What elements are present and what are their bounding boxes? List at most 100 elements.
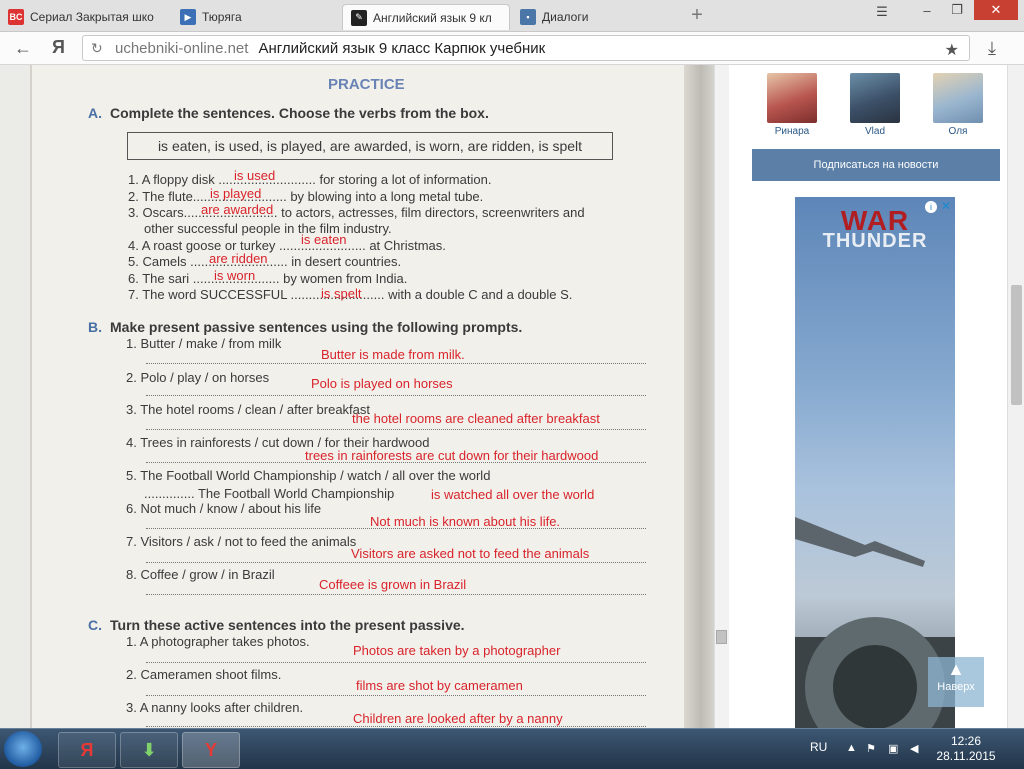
handwritten-answer: is watched all over the world — [431, 487, 595, 502]
answer-line — [146, 726, 646, 727]
friend-card[interactable]: Ринара — [762, 73, 822, 137]
handwritten-answer: Butter is made from milk. — [321, 347, 465, 362]
yandex-icon[interactable]: Я — [58, 732, 116, 768]
tab-dialogi[interactable]: ▪ Диалоги — [512, 4, 682, 30]
close-window-button[interactable]: ✕ — [974, 0, 1018, 20]
tab-turyaga[interactable]: ▶ Тюряга — [172, 4, 340, 30]
handwritten-answer: Not much is known about his life. — [370, 514, 561, 529]
section-title-text: Make present passive sentences using the… — [110, 319, 523, 335]
exercise-line: 1. A floppy disk .......................… — [128, 172, 492, 187]
prompt-line: 8. Coffee / grow / in Brazil — [126, 567, 275, 582]
chat-icon: ▪ — [520, 9, 536, 25]
image-scroll-thumb[interactable] — [716, 630, 727, 644]
prompt-line: 5. The Football World Championship / wat… — [126, 468, 491, 483]
yandex-logo[interactable]: Я — [52, 37, 65, 58]
video-icon: ▶ — [180, 9, 196, 25]
handwritten-answer: is spelt — [321, 286, 362, 301]
section-b-title: B. Make present passive sentences using t… — [88, 319, 522, 335]
minimize-button[interactable]: ‒ — [914, 0, 940, 20]
book-icon: ✎ — [351, 9, 367, 26]
language-indicator[interactable]: RU — [810, 740, 827, 754]
handwritten-answer: is used — [234, 168, 276, 183]
avatar[interactable] — [933, 73, 983, 123]
prompt-line: 6. Not much / know / about his life — [126, 501, 322, 516]
friend-card[interactable]: Оля — [928, 73, 988, 137]
page-scroll-thumb[interactable] — [1011, 285, 1022, 405]
windows-taskbar: Я ⬇ Y RU ▲ ⚑ ▣ ◀ 12:26 28.11.2015 — [0, 728, 1024, 769]
friend-name[interactable]: Оля — [928, 126, 988, 137]
prompt-line: 2. Polo / play / on horses — [126, 370, 270, 385]
friend-name[interactable]: Vlad — [845, 126, 905, 137]
maximize-button[interactable]: ❐ — [944, 0, 970, 20]
tab-english-book[interactable]: ✎ Английский язык 9 кл — [342, 4, 510, 30]
handwritten-answer: Visitors are asked not to feed the anima… — [351, 546, 590, 561]
avatar[interactable] — [767, 73, 817, 123]
avatar[interactable] — [850, 73, 900, 123]
scroll-to-top-button[interactable]: ▲ Наверх — [928, 657, 984, 707]
exercise-line: other successful people in the film indu… — [144, 221, 392, 236]
prompt-line: .............. The Football World Champi… — [144, 486, 395, 501]
to-top-label: Наверх — [937, 681, 975, 693]
show-hidden-icons[interactable]: ▲ — [846, 742, 857, 754]
handwritten-answer: is eaten — [301, 232, 347, 247]
system-clock[interactable]: 12:26 28.11.2015 — [930, 734, 1002, 764]
prompt-line: 2. Cameramen shoot films. — [126, 667, 282, 682]
section-letter: B. — [88, 319, 102, 335]
prompt-line: 3. A nanny looks after children. — [126, 700, 304, 715]
handwritten-answer: the hotel rooms are cleaned after breakf… — [352, 411, 600, 426]
handwritten-answer: films are shot by cameramen — [356, 678, 523, 693]
reload-icon[interactable]: ↻ — [91, 40, 107, 56]
volume-icon[interactable]: ◀ — [910, 742, 918, 755]
subscribe-button[interactable]: Подписаться на новости — [752, 149, 1000, 181]
handwritten-answer: is played — [210, 186, 262, 201]
advertisement-banner[interactable]: WAR THUNDER i ✕ — [795, 197, 955, 729]
image-scrollbar[interactable] — [714, 65, 729, 729]
browser-toolbar: ← Я ↻ uchebniki-online.net Английский яз… — [0, 32, 1024, 65]
new-tab-button[interactable]: + — [688, 5, 706, 25]
tab-label: Английский язык 9 кл — [373, 10, 492, 25]
friend-card[interactable]: Vlad — [845, 73, 905, 137]
tab-label: Сериал Закрытая шко — [30, 10, 154, 24]
exercise-line: 3. Oscars.......................... to a… — [128, 205, 585, 220]
answer-line — [146, 662, 646, 663]
download-icon[interactable]: ⤓ — [988, 38, 996, 59]
download-manager-icon[interactable]: ⬇ — [120, 732, 178, 768]
prompt-line: 3. The hotel rooms / clean / after break… — [126, 402, 370, 417]
page-content: PRACTICE A. Complete the sentences. Choos… — [0, 65, 1024, 729]
network-icon[interactable]: ▣ — [888, 742, 898, 755]
arrow-up-icon: ▲ — [947, 659, 965, 679]
friend-name[interactable]: Ринара — [762, 126, 822, 137]
tab-bar: BC Сериал Закрытая шко ▶ Тюряга ✎ Англий… — [0, 0, 1024, 32]
exercise-line: 4. A roast goose or turkey .............… — [128, 238, 446, 253]
section-title-text: Turn these active sentences into the pre… — [110, 617, 465, 633]
menu-icon[interactable]: ☰ — [870, 2, 894, 22]
handwritten-answer: are ridden — [209, 251, 268, 266]
handwritten-answer: Polo is played on horses — [311, 376, 453, 391]
tab-serial[interactable]: BC Сериал Закрытая шко — [0, 4, 170, 30]
star-icon[interactable]: ★ — [945, 40, 959, 60]
start-button[interactable] — [4, 731, 42, 767]
flag-icon[interactable]: ⚑ — [866, 742, 876, 755]
back-arrow-icon[interactable]: ← — [14, 38, 36, 58]
answer-line — [146, 429, 646, 430]
handwritten-answer: are awarded — [201, 202, 274, 217]
clock-date: 28.11.2015 — [936, 749, 996, 763]
answer-line — [146, 562, 646, 563]
answer-line — [146, 395, 646, 396]
tab-label: Диалоги — [542, 10, 589, 24]
textbook-image: PRACTICE A. Complete the sentences. Choos… — [0, 65, 729, 729]
handwritten-answer: Children are looked after by a nanny — [353, 711, 563, 726]
answer-line — [146, 363, 646, 364]
page-scrollbar[interactable] — [1007, 65, 1024, 729]
section-letter: A. — [88, 105, 102, 121]
tab-label: Тюряга — [202, 10, 242, 24]
yandex-browser-icon[interactable]: Y — [182, 732, 240, 768]
handwritten-answer: trees in rainforests are cut down for th… — [305, 448, 599, 463]
section-c-title: C. Turn these active sentences into the p… — [88, 617, 465, 633]
verb-box: is eaten, is used, is played, are awarde… — [127, 132, 613, 160]
right-sidebar: Ринара Vlad Оля Подписаться на новости W… — [752, 65, 1000, 729]
handwritten-answer: is worn — [214, 268, 256, 283]
address-bar[interactable]: ↻ uchebniki-online.net Английский язык 9… — [82, 35, 970, 61]
section-a-title: A. Complete the sentences. Choose the ver… — [88, 105, 489, 121]
exercise-line: 6. The sari ........................ by … — [128, 271, 408, 286]
